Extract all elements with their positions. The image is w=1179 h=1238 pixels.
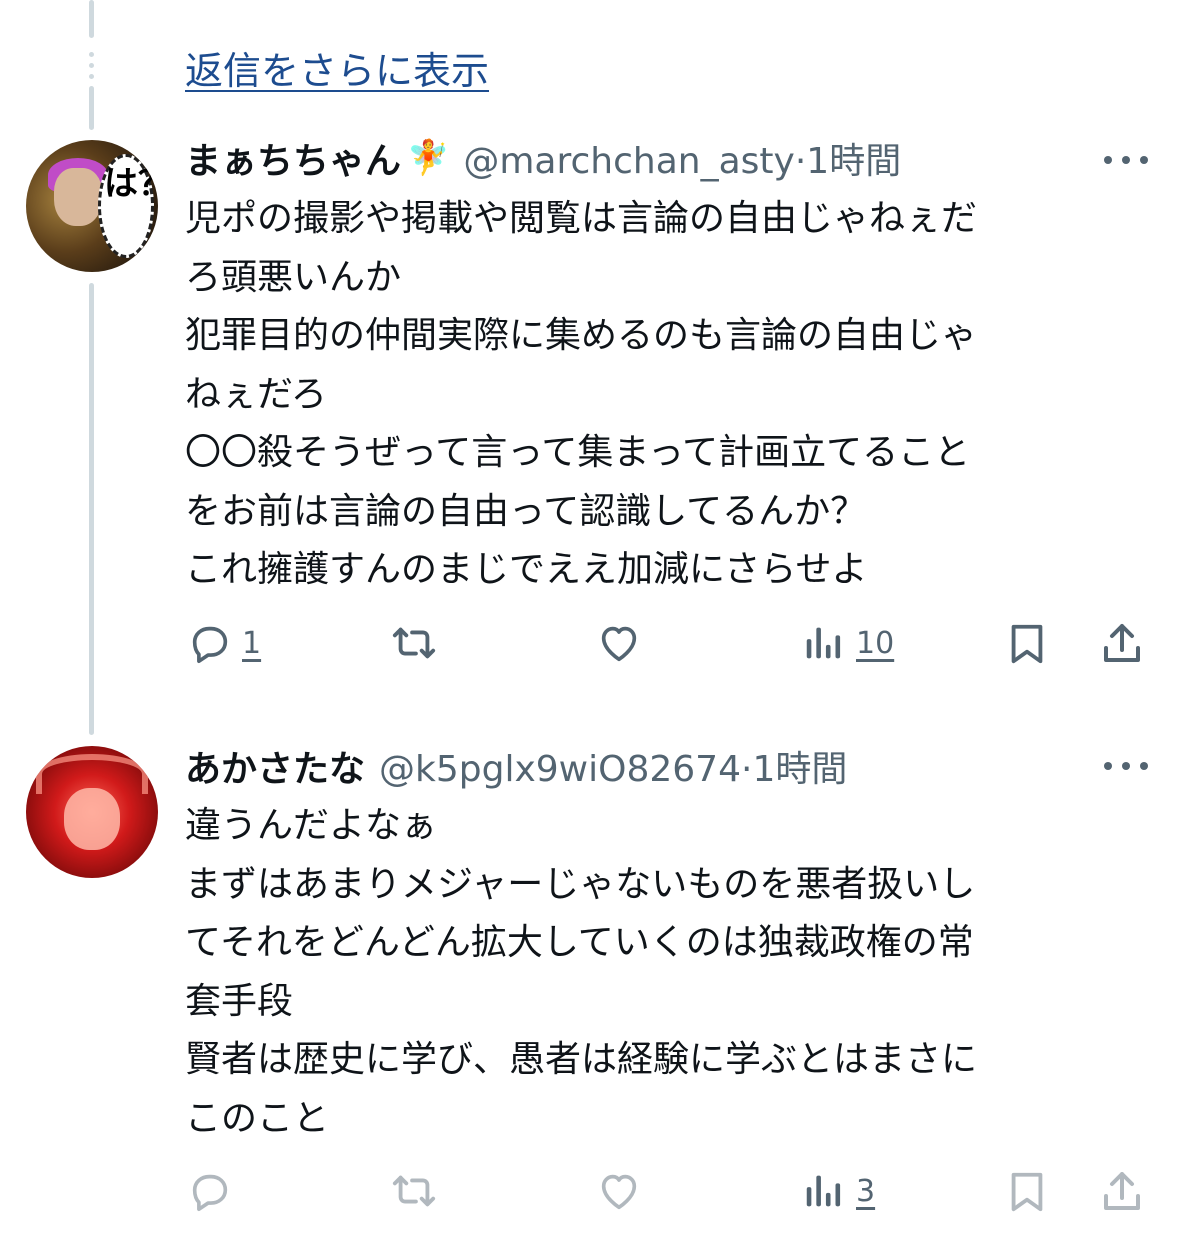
views-icon bbox=[806, 1175, 841, 1207]
tweet-text: 違うんだよなぁ まずはあまりメジャーじゃないものを悪者扱いし てそれをどんどん拡… bbox=[185, 805, 978, 1139]
tweet-header: まぁちちゃん 🧚 @marchchan_asty·1時間 bbox=[185, 134, 901, 182]
tweet-text: 児ポの撮影や掲載や閲覧は言論の自由じゃねぇだ ろ頭悪いんか 犯罪目的の仲間実際に… bbox=[185, 198, 978, 590]
like-button[interactable] bbox=[595, 620, 643, 666]
views-button[interactable]: 10 bbox=[800, 620, 894, 666]
bookmark-button[interactable] bbox=[1004, 620, 1050, 668]
bookmark-button[interactable] bbox=[1004, 1168, 1050, 1216]
bookmark-icon bbox=[1011, 624, 1043, 664]
timestamp: 1時間 bbox=[752, 749, 848, 790]
avatar-text: は？ bbox=[104, 164, 158, 204]
views-count: 3 bbox=[856, 1173, 876, 1209]
fairy-emoji: 🧚 bbox=[407, 138, 450, 178]
views-button[interactable]: 3 bbox=[800, 1168, 875, 1214]
share-icon bbox=[1104, 624, 1140, 662]
show-more-replies-link[interactable]: 返信をさらに表示 bbox=[185, 40, 489, 95]
display-name[interactable]: まぁちちゃん bbox=[185, 132, 401, 184]
thread-line bbox=[89, 86, 94, 130]
retweet-button[interactable] bbox=[386, 1168, 442, 1214]
retweet-icon bbox=[392, 1175, 436, 1207]
thread-ellipsis bbox=[86, 52, 97, 82]
heart-icon bbox=[601, 1174, 637, 1210]
avatar[interactable] bbox=[26, 746, 158, 878]
thread-line bbox=[89, 0, 94, 38]
share-button[interactable] bbox=[1098, 1168, 1146, 1216]
retweet-button[interactable] bbox=[386, 620, 442, 666]
retweet-icon bbox=[392, 627, 436, 659]
thread-line bbox=[89, 283, 94, 735]
tweet-header: あかさたな @k5pglx9wiO82674·1時間 bbox=[185, 742, 847, 790]
more-icon[interactable] bbox=[1104, 758, 1148, 774]
like-button[interactable] bbox=[595, 1168, 643, 1214]
share-icon bbox=[1104, 1172, 1140, 1210]
avatar[interactable]: は？ bbox=[26, 140, 158, 272]
more-icon[interactable] bbox=[1104, 152, 1148, 168]
share-button[interactable] bbox=[1098, 620, 1146, 668]
reply-button[interactable]: 1 bbox=[186, 620, 261, 666]
reply-icon bbox=[192, 626, 228, 664]
user-handle[interactable]: @k5pglx9wiO82674·1時間 bbox=[379, 740, 847, 792]
timestamp: 1時間 bbox=[806, 141, 902, 182]
user-handle[interactable]: @marchchan_asty·1時間 bbox=[463, 132, 901, 184]
reply-button[interactable] bbox=[186, 1168, 234, 1214]
display-name[interactable]: あかさたな bbox=[185, 740, 365, 792]
bookmark-icon bbox=[1011, 1172, 1043, 1212]
reply-icon bbox=[192, 1174, 228, 1212]
views-count: 10 bbox=[856, 625, 895, 661]
heart-icon bbox=[601, 626, 637, 662]
views-icon bbox=[806, 627, 841, 659]
reply-count: 1 bbox=[242, 625, 262, 661]
